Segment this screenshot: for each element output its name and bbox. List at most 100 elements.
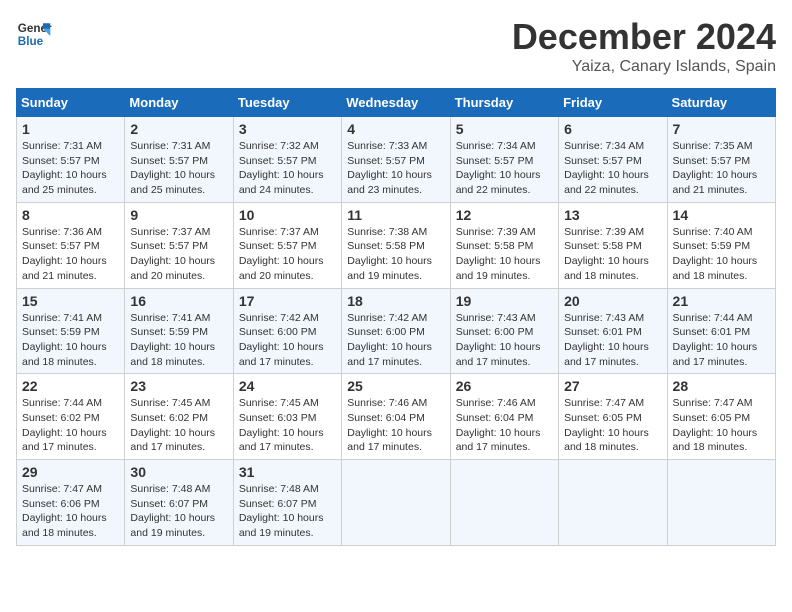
day-info: Sunrise: 7:46 AMSunset: 6:04 PMDaylight:… — [347, 396, 444, 455]
day-number: 28 — [673, 378, 770, 394]
day-info: Sunrise: 7:39 AMSunset: 5:58 PMDaylight:… — [564, 225, 661, 284]
day-number: 12 — [456, 207, 553, 223]
calendar-cell: 4Sunrise: 7:33 AMSunset: 5:57 PMDaylight… — [342, 117, 450, 203]
day-number: 18 — [347, 293, 444, 309]
day-info: Sunrise: 7:39 AMSunset: 5:58 PMDaylight:… — [456, 225, 553, 284]
day-info: Sunrise: 7:31 AMSunset: 5:57 PMDaylight:… — [22, 139, 119, 198]
logo: General Blue — [16, 16, 52, 52]
day-info: Sunrise: 7:43 AMSunset: 6:01 PMDaylight:… — [564, 311, 661, 370]
weekday-header-monday: Monday — [125, 89, 233, 117]
day-number: 11 — [347, 207, 444, 223]
calendar-cell: 24 Sunrise: 7:45 AMSunset: 6:03 PMDayligh… — [233, 374, 341, 460]
weekday-header-tuesday: Tuesday — [233, 89, 341, 117]
day-number: 16 — [130, 293, 227, 309]
day-info: Sunrise: 7:44 AMSunset: 6:01 PMDaylight:… — [673, 311, 770, 370]
day-number: 23 — [130, 378, 227, 394]
calendar-cell: 1 Sunrise: 7:31 AMSunset: 5:57 PMDaylight… — [17, 117, 125, 203]
title-block: December 2024 Yaiza, Canary Islands, Spa… — [512, 16, 776, 76]
day-number: 30 — [130, 464, 227, 480]
day-number: 10 — [239, 207, 336, 223]
day-info: Sunrise: 7:37 AMSunset: 5:57 PMDaylight:… — [239, 225, 336, 284]
day-info: Sunrise: 7:44 AMSunset: 6:02 PMDaylight:… — [22, 396, 119, 455]
calendar-week-row: 1 Sunrise: 7:31 AMSunset: 5:57 PMDaylight… — [17, 117, 776, 203]
day-info: Sunrise: 7:37 AMSunset: 5:57 PMDaylight:… — [130, 225, 227, 284]
calendar-cell: 5Sunrise: 7:34 AMSunset: 5:57 PMDaylight… — [450, 117, 558, 203]
day-info: Sunrise: 7:34 AMSunset: 5:57 PMDaylight:… — [456, 139, 553, 198]
day-number: 29 — [22, 464, 119, 480]
day-number: 8 — [22, 207, 119, 223]
calendar-cell: 29Sunrise: 7:47 AMSunset: 6:06 PMDayligh… — [17, 460, 125, 546]
day-info: Sunrise: 7:32 AMSunset: 5:57 PMDaylight:… — [239, 139, 336, 198]
calendar-cell: 30 Sunrise: 7:48 AMSunset: 6:07 PMDayligh… — [125, 460, 233, 546]
calendar-cell: 13 Sunrise: 7:39 AMSunset: 5:58 PMDayligh… — [559, 202, 667, 288]
weekday-header-sunday: Sunday — [17, 89, 125, 117]
calendar-week-row: 29Sunrise: 7:47 AMSunset: 6:06 PMDayligh… — [17, 460, 776, 546]
day-info: Sunrise: 7:41 AMSunset: 5:59 PMDaylight:… — [130, 311, 227, 370]
calendar-cell: 22Sunrise: 7:44 AMSunset: 6:02 PMDayligh… — [17, 374, 125, 460]
day-info: Sunrise: 7:34 AMSunset: 5:57 PMDaylight:… — [564, 139, 661, 198]
day-number: 6 — [564, 121, 661, 137]
day-number: 4 — [347, 121, 444, 137]
day-number: 9 — [130, 207, 227, 223]
calendar-cell: 25 Sunrise: 7:46 AMSunset: 6:04 PMDayligh… — [342, 374, 450, 460]
calendar-cell: 18 Sunrise: 7:42 AMSunset: 6:00 PMDayligh… — [342, 288, 450, 374]
calendar-cell: 27Sunrise: 7:47 AMSunset: 6:05 PMDayligh… — [559, 374, 667, 460]
day-number: 26 — [456, 378, 553, 394]
calendar-cell: 15Sunrise: 7:41 AMSunset: 5:59 PMDayligh… — [17, 288, 125, 374]
calendar-cell: 6 Sunrise: 7:34 AMSunset: 5:57 PMDaylight… — [559, 117, 667, 203]
calendar-cell — [450, 460, 558, 546]
calendar-cell: 31 Sunrise: 7:48 AMSunset: 6:07 PMDayligh… — [233, 460, 341, 546]
calendar-cell: 2 Sunrise: 7:31 AMSunset: 5:57 PMDaylight… — [125, 117, 233, 203]
day-info: Sunrise: 7:45 AMSunset: 6:03 PMDaylight:… — [239, 396, 336, 455]
calendar-week-row: 15Sunrise: 7:41 AMSunset: 5:59 PMDayligh… — [17, 288, 776, 374]
day-info: Sunrise: 7:31 AMSunset: 5:57 PMDaylight:… — [130, 139, 227, 198]
day-info: Sunrise: 7:41 AMSunset: 5:59 PMDaylight:… — [22, 311, 119, 370]
header: General Blue December 2024 Yaiza, Canary… — [16, 16, 776, 76]
day-info: Sunrise: 7:48 AMSunset: 6:07 PMDaylight:… — [239, 482, 336, 541]
day-number: 25 — [347, 378, 444, 394]
calendar-cell: 14Sunrise: 7:40 AMSunset: 5:59 PMDayligh… — [667, 202, 775, 288]
day-info: Sunrise: 7:48 AMSunset: 6:07 PMDaylight:… — [130, 482, 227, 541]
calendar-cell: 23 Sunrise: 7:45 AMSunset: 6:02 PMDayligh… — [125, 374, 233, 460]
calendar-week-row: 22Sunrise: 7:44 AMSunset: 6:02 PMDayligh… — [17, 374, 776, 460]
day-number: 3 — [239, 121, 336, 137]
day-number: 20 — [564, 293, 661, 309]
day-info: Sunrise: 7:46 AMSunset: 6:04 PMDaylight:… — [456, 396, 553, 455]
calendar-cell: 7Sunrise: 7:35 AMSunset: 5:57 PMDaylight… — [667, 117, 775, 203]
weekday-header-saturday: Saturday — [667, 89, 775, 117]
day-info: Sunrise: 7:42 AMSunset: 6:00 PMDaylight:… — [239, 311, 336, 370]
calendar-cell — [342, 460, 450, 546]
day-number: 19 — [456, 293, 553, 309]
day-number: 24 — [239, 378, 336, 394]
day-number: 13 — [564, 207, 661, 223]
day-info: Sunrise: 7:43 AMSunset: 6:00 PMDaylight:… — [456, 311, 553, 370]
day-info: Sunrise: 7:47 AMSunset: 6:05 PMDaylight:… — [673, 396, 770, 455]
month-title: December 2024 — [512, 16, 776, 58]
calendar-cell — [559, 460, 667, 546]
calendar-cell: 20 Sunrise: 7:43 AMSunset: 6:01 PMDayligh… — [559, 288, 667, 374]
day-info: Sunrise: 7:42 AMSunset: 6:00 PMDaylight:… — [347, 311, 444, 370]
day-number: 17 — [239, 293, 336, 309]
day-number: 31 — [239, 464, 336, 480]
day-info: Sunrise: 7:40 AMSunset: 5:59 PMDaylight:… — [673, 225, 770, 284]
calendar-cell: 16 Sunrise: 7:41 AMSunset: 5:59 PMDayligh… — [125, 288, 233, 374]
weekday-header-wednesday: Wednesday — [342, 89, 450, 117]
calendar-cell: 3 Sunrise: 7:32 AMSunset: 5:57 PMDaylight… — [233, 117, 341, 203]
calendar-cell: 10 Sunrise: 7:37 AMSunset: 5:57 PMDayligh… — [233, 202, 341, 288]
calendar-cell: 12 Sunrise: 7:39 AMSunset: 5:58 PMDayligh… — [450, 202, 558, 288]
location-title: Yaiza, Canary Islands, Spain — [512, 58, 776, 76]
calendar-cell: 26 Sunrise: 7:46 AMSunset: 6:04 PMDayligh… — [450, 374, 558, 460]
weekday-header-row: SundayMondayTuesdayWednesdayThursdayFrid… — [17, 89, 776, 117]
day-number: 2 — [130, 121, 227, 137]
calendar-cell: 9 Sunrise: 7:37 AMSunset: 5:57 PMDaylight… — [125, 202, 233, 288]
day-info: Sunrise: 7:36 AMSunset: 5:57 PMDaylight:… — [22, 225, 119, 284]
calendar-cell: 28 Sunrise: 7:47 AMSunset: 6:05 PMDayligh… — [667, 374, 775, 460]
day-number: 21 — [673, 293, 770, 309]
day-number: 1 — [22, 121, 119, 137]
calendar-cell: 19 Sunrise: 7:43 AMSunset: 6:00 PMDayligh… — [450, 288, 558, 374]
calendar-week-row: 8 Sunrise: 7:36 AMSunset: 5:57 PMDaylight… — [17, 202, 776, 288]
calendar-cell: 21 Sunrise: 7:44 AMSunset: 6:01 PMDayligh… — [667, 288, 775, 374]
calendar-table: SundayMondayTuesdayWednesdayThursdayFrid… — [16, 88, 776, 546]
day-info: Sunrise: 7:45 AMSunset: 6:02 PMDaylight:… — [130, 396, 227, 455]
calendar-cell: 11Sunrise: 7:38 AMSunset: 5:58 PMDayligh… — [342, 202, 450, 288]
